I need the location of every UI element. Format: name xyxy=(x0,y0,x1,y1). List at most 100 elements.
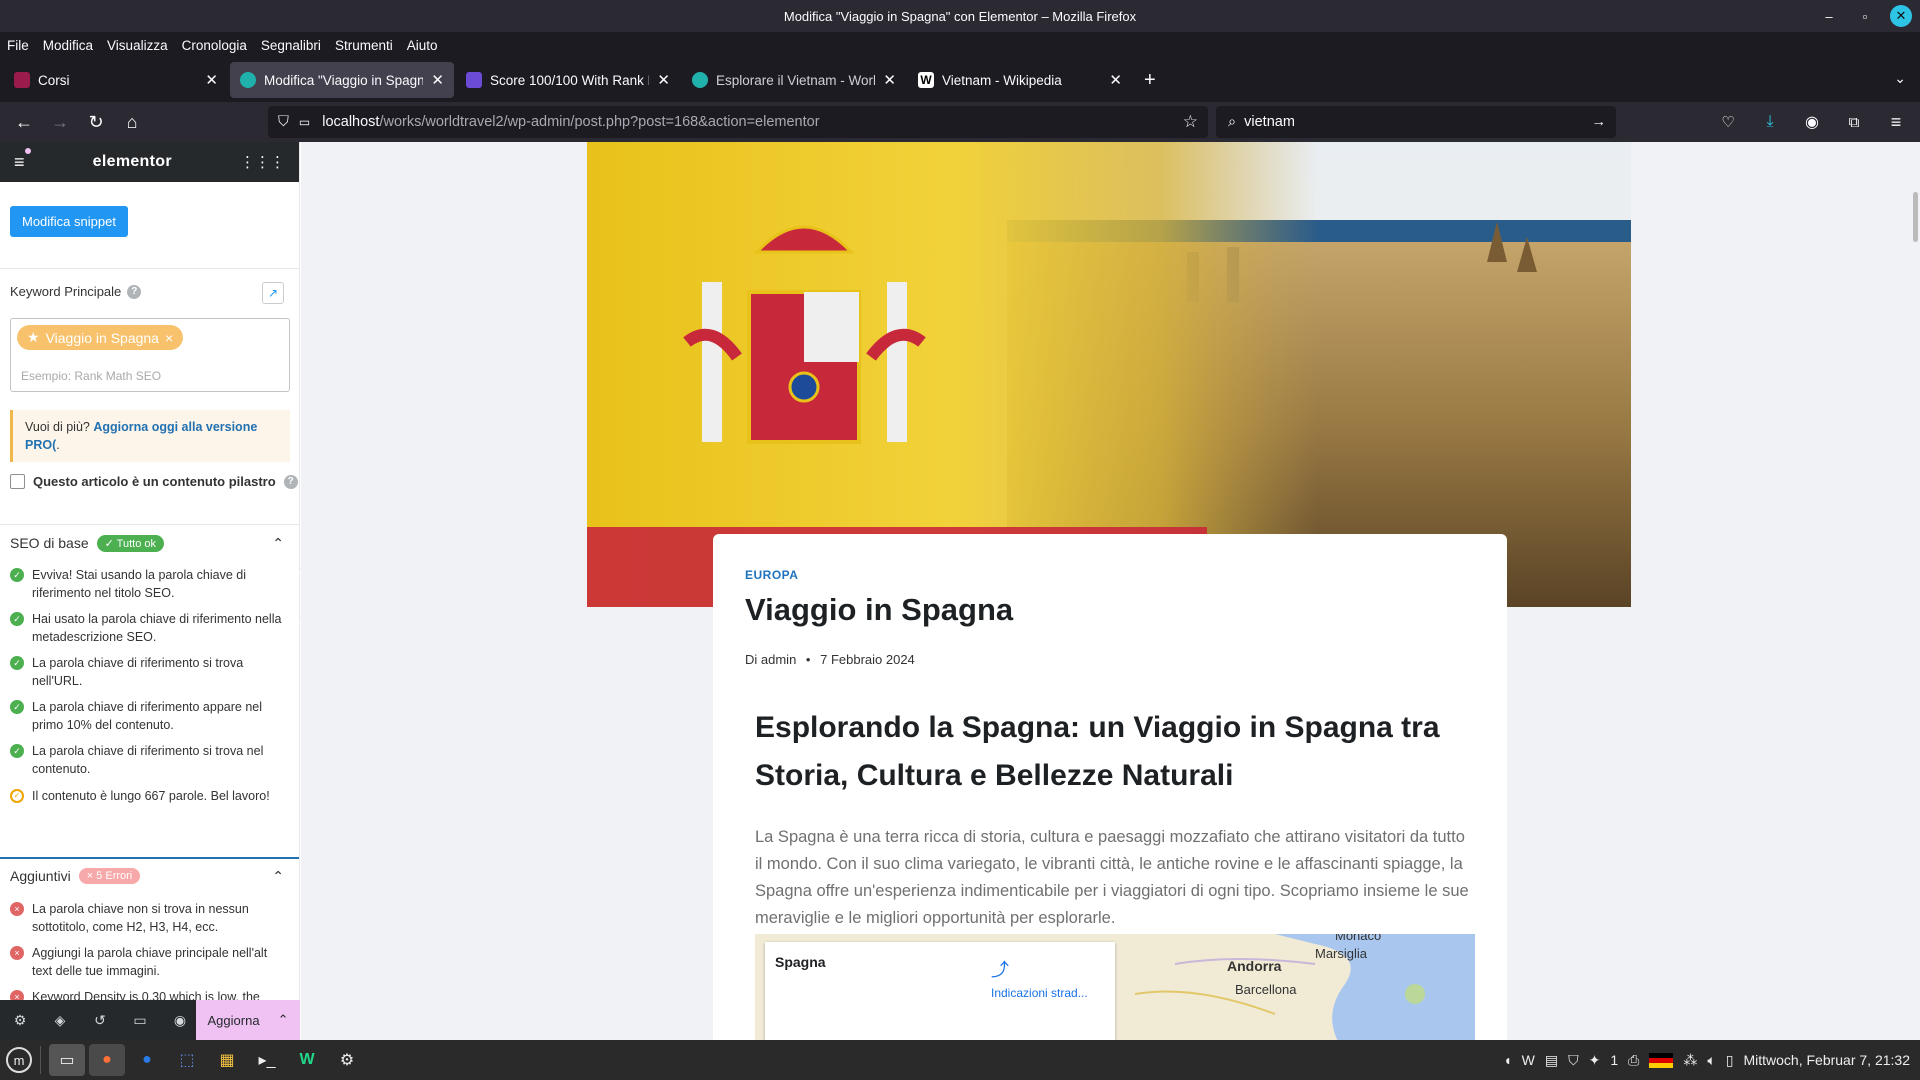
notification-icon[interactable]: ✦ xyxy=(1589,1052,1601,1069)
settings-icon[interactable]: ⚙ xyxy=(329,1044,365,1076)
seo-test-item: × Aggiungi la parola chiave principale ne… xyxy=(10,944,290,980)
forward-arrow-icon[interactable]: → xyxy=(42,106,78,138)
network-icon[interactable]: ⁂ xyxy=(1683,1052,1697,1069)
downloads-icon[interactable]: ⤓ xyxy=(1752,106,1788,138)
update-button[interactable]: Aggiorna ⌃ xyxy=(196,1000,300,1040)
settings-gear-icon[interactable]: ⚙ xyxy=(0,1000,40,1040)
chevron-up-icon[interactable]: ⌃ xyxy=(272,535,284,552)
keyword-input[interactable]: ★ Viaggio in Spagna × Esempio: Rank Math… xyxy=(10,318,290,392)
volume-icon[interactable]: 🔈︎ xyxy=(1707,1052,1715,1069)
chevron-up-icon[interactable]: ⌃ xyxy=(278,1012,289,1028)
menu-segnalibri[interactable]: Segnalibri xyxy=(261,38,321,53)
app-menu-icon[interactable]: ≡ xyxy=(1878,106,1914,138)
clipboard-icon[interactable]: ▤ xyxy=(1545,1052,1558,1069)
basic-seo-header[interactable]: SEO di base ✓ Tutto ok ⌃ xyxy=(0,525,299,561)
clock[interactable]: Mittwoch, Februar 7, 21:32 xyxy=(1743,1052,1910,1068)
trends-chart-icon[interactable]: ↗ xyxy=(262,282,284,304)
extensions-icon[interactable]: ⧉ xyxy=(1836,106,1872,138)
tab-elementor-editor[interactable]: Modifica "Viaggio in Spagna ✕ xyxy=(230,62,454,98)
keyword-placeholder: Esempio: Rank Math SEO xyxy=(21,369,162,383)
shield-icon[interactable]: ⛉ xyxy=(278,114,289,130)
search-input[interactable]: ⌕ vietnam → xyxy=(1216,106,1616,138)
menu-file[interactable]: File xyxy=(7,38,29,53)
help-icon[interactable]: ? xyxy=(283,474,298,489)
minimize-button[interactable]: – xyxy=(1818,5,1840,27)
close-tab-icon[interactable]: ✕ xyxy=(205,71,218,89)
screenshot-tool-icon[interactable]: ⬚ xyxy=(169,1044,205,1076)
home-icon[interactable]: ⌂ xyxy=(114,106,150,138)
post-heading[interactable]: Esplorando la Spagna: un Viaggio in Spag… xyxy=(755,704,1475,800)
additional-seo-header[interactable]: Aggiuntivi × 5 Errori ⌃ xyxy=(0,858,299,894)
update-shield-icon[interactable]: ⛉ xyxy=(1568,1052,1579,1069)
new-tab-button[interactable]: + xyxy=(1144,69,1156,92)
file-manager-icon[interactable]: ▭ xyxy=(49,1044,85,1076)
search-go-arrow-icon[interactable]: → xyxy=(1592,114,1607,130)
help-icon[interactable]: ? xyxy=(127,284,142,299)
scrollbar-thumb[interactable] xyxy=(1913,192,1918,242)
edit-snippet-button[interactable]: Modifica snippet xyxy=(10,206,128,237)
widgets-grid-icon[interactable]: ⋮⋮⋮ xyxy=(240,153,285,171)
back-arrow-icon[interactable]: ← xyxy=(6,106,42,138)
menu-modifica[interactable]: Modifica xyxy=(43,38,93,53)
error-icon: × xyxy=(10,902,24,916)
post-paragraph[interactable]: La Spagna è una terra ricca di storia, c… xyxy=(755,824,1475,932)
reload-icon[interactable]: ↻ xyxy=(78,106,114,138)
seo-test-item: × La parola chiave non si trova in nessun… xyxy=(10,900,290,936)
list-all-tabs-icon[interactable]: ⌄ xyxy=(1894,70,1906,87)
maximize-button[interactable]: ▫ xyxy=(1854,5,1876,27)
map-label-andorra: Andorra xyxy=(1227,958,1282,974)
directions-link[interactable]: Indicazioni strad... xyxy=(991,986,1088,1000)
pillar-label: Questo articolo è un contenuto pilastro xyxy=(33,474,276,489)
calculator-icon[interactable]: ▦ xyxy=(209,1044,245,1076)
close-tab-icon[interactable]: ✕ xyxy=(1109,71,1122,89)
post-category[interactable]: EUROPA xyxy=(745,568,798,582)
chevron-up-icon[interactable]: ⌃ xyxy=(272,868,284,885)
pillar-checkbox[interactable] xyxy=(10,474,25,489)
pro-upgrade-notice: Vuoi di più? Aggiorna oggi alla versione… xyxy=(10,410,290,462)
post-author[interactable]: Di admin xyxy=(745,652,796,667)
menu-visualizza[interactable]: Visualizza xyxy=(107,38,168,53)
preview-eye-icon[interactable]: ◉ xyxy=(160,1000,200,1040)
close-window-button[interactable]: ✕ xyxy=(1890,5,1912,27)
favicon-icon xyxy=(240,72,256,88)
check-icon: ✓ xyxy=(10,612,24,626)
additional-seo-title: Aggiuntivi xyxy=(10,868,71,884)
menu-cronologia[interactable]: Cronologia xyxy=(182,38,247,53)
discord-icon[interactable]: ◖ xyxy=(1503,1052,1511,1068)
menu-aiuto[interactable]: Aiuto xyxy=(407,38,438,53)
keyboard-layout-flag-icon[interactable] xyxy=(1649,1052,1674,1068)
firefox-icon[interactable]: ● xyxy=(89,1044,125,1076)
menu-strumenti[interactable]: Strumenti xyxy=(335,38,393,53)
bookmark-star-icon[interactable]: ☆ xyxy=(1183,112,1198,132)
pocket-icon[interactable]: ♡ xyxy=(1710,106,1746,138)
history-icon[interactable]: ↺ xyxy=(80,1000,120,1040)
responsive-mode-icon[interactable]: ▭ xyxy=(120,1000,160,1040)
google-map-embed[interactable]: Spagna ⤴ Indicazioni strad... Andorra Ma… xyxy=(755,934,1475,1040)
close-tab-icon[interactable]: ✕ xyxy=(883,71,896,89)
hamburger-menu-icon[interactable]: ≡ xyxy=(14,147,31,173)
mint-menu-icon[interactable]: m xyxy=(6,1047,32,1073)
map-label-barcellona: Barcellona xyxy=(1235,982,1297,997)
account-icon[interactable]: ◉ xyxy=(1794,106,1830,138)
url-bar[interactable]: ⛉ ▭ localhost/works/worldtravel2/wp-admi… xyxy=(268,106,1208,138)
thunderbird-icon[interactable]: ● xyxy=(129,1044,165,1076)
webstorm-icon[interactable]: W xyxy=(289,1044,325,1076)
tab-vietnam-world[interactable]: Esplorare il Vietnam - World ✕ xyxy=(682,62,906,98)
tab-vietnam-wikipedia[interactable]: W Vietnam - Wikipedia ✕ xyxy=(908,62,1132,98)
favicon-icon xyxy=(14,72,30,88)
directions-icon[interactable]: ⤴ xyxy=(991,956,1009,982)
webstorm-tray-icon[interactable]: W xyxy=(1522,1052,1535,1068)
star-icon: ★ xyxy=(27,329,40,345)
close-tab-icon[interactable]: ✕ xyxy=(657,71,670,89)
map-info-card: Spagna ⤴ Indicazioni strad... xyxy=(765,942,1115,1040)
menu-bar: File Modifica Visualizza Cronologia Segn… xyxy=(0,32,1920,58)
tab-rank-math[interactable]: Score 100/100 With Rank M ✕ xyxy=(456,62,680,98)
terminal-icon[interactable]: ▸_ xyxy=(249,1044,285,1076)
battery-icon[interactable]: ▯ xyxy=(1726,1052,1734,1069)
close-tab-icon[interactable]: ✕ xyxy=(431,71,444,89)
tab-corsi[interactable]: Corsi ✕ xyxy=(4,62,228,98)
navigator-layers-icon[interactable]: ◈ xyxy=(40,1000,80,1040)
tab-bar: Corsi ✕ Modifica "Viaggio in Spagna ✕ Sc… xyxy=(0,58,1920,102)
printer-icon[interactable]: ⎙ xyxy=(1628,1052,1639,1069)
remove-keyword-icon[interactable]: × xyxy=(165,330,173,346)
